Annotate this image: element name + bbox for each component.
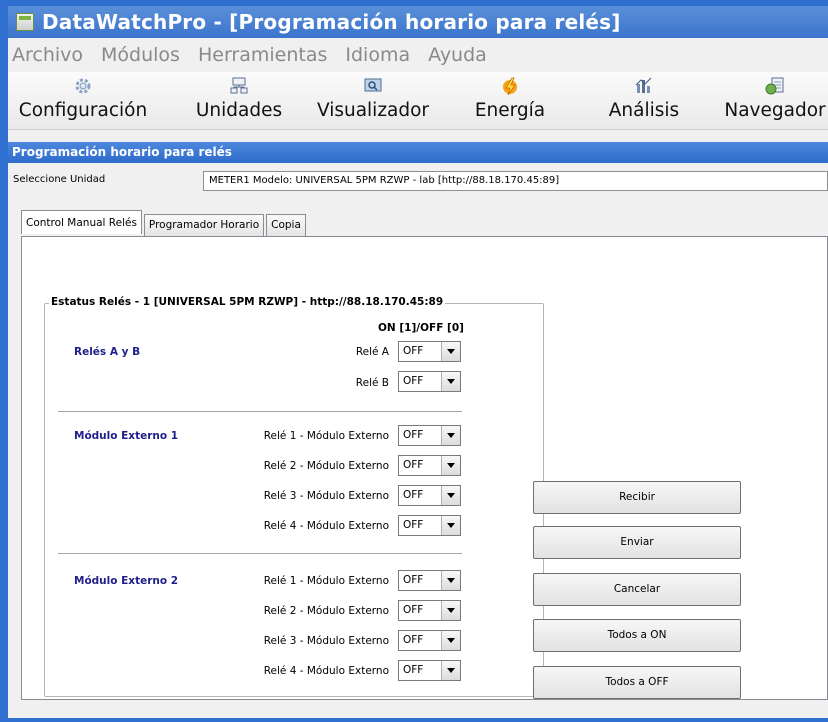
relay-label: Relé 2 - Módulo Externo	[263, 460, 389, 472]
relay-label: Relé 4 - Módulo Externo	[263, 665, 389, 677]
section-divider	[58, 411, 462, 412]
relay-state-value: OFF	[403, 574, 424, 586]
toolbar-label: Configuración	[18, 100, 148, 121]
relay-state-select[interactable]: OFF	[398, 660, 461, 681]
tab-page: Estatus Relés - 1 [UNIVERSAL 5PM RZWP] -…	[21, 236, 828, 700]
title-bar[interactable]: DataWatchPro - [Programación horario par…	[8, 6, 828, 38]
toolbar-label: Energía	[474, 100, 546, 121]
unit-selector-row: Seleccione Unidad METER1 Modelo: UNIVERS…	[8, 168, 828, 194]
relay-state-value: OFF	[403, 375, 424, 387]
chevron-down-icon[interactable]	[441, 372, 460, 391]
relay-state-select[interactable]: OFF	[398, 600, 461, 621]
lightning-icon	[460, 76, 560, 98]
cancelar-button[interactable]: Cancelar	[533, 573, 741, 606]
relay-label: Relé 3 - Módulo Externo	[263, 490, 389, 502]
relay-state-select[interactable]: OFF	[398, 455, 461, 476]
browser-icon	[722, 76, 828, 98]
relay-label: Relé 2 - Módulo Externo	[263, 605, 389, 617]
relay-state-value: OFF	[403, 634, 424, 646]
toolbar-visualizador[interactable]: Visualizador	[308, 76, 438, 124]
menu-idioma[interactable]: Idioma	[345, 44, 410, 66]
relay-state-value: OFF	[403, 345, 424, 357]
todos-a-off-button[interactable]: Todos a OFF	[533, 666, 741, 699]
relay-state-value: OFF	[403, 459, 424, 471]
menu-modulos[interactable]: Módulos	[101, 44, 180, 66]
relay-state-value: OFF	[403, 429, 424, 441]
relay-state-select[interactable]: OFF	[398, 371, 461, 392]
chevron-down-icon[interactable]	[441, 426, 460, 445]
toolbar-unidades[interactable]: Unidades	[184, 76, 294, 124]
chevron-down-icon[interactable]	[441, 516, 460, 535]
relay-label: Relé B	[355, 377, 389, 389]
relay-state-select[interactable]: OFF	[398, 515, 461, 536]
toolbar-label: Visualizador	[316, 100, 430, 121]
menu-bar: Archivo Módulos Herramientas Idioma Ayud…	[8, 38, 828, 72]
toolbar-navegador[interactable]: Navegador	[722, 76, 828, 124]
toolbar-configuracion[interactable]: Configuración	[6, 76, 160, 124]
tab-programador-horario[interactable]: Programador Horario	[143, 214, 265, 236]
menu-archivo[interactable]: Archivo	[12, 44, 83, 66]
tab-strip: Control Manual Relés Programador Horario…	[21, 210, 308, 236]
onoff-header: ON [1]/OFF [0]	[378, 322, 464, 334]
relay-state-select[interactable]: OFF	[398, 425, 461, 446]
section-divider	[58, 553, 462, 554]
relay-state-select[interactable]: OFF	[398, 485, 461, 506]
group-legend: Estatus Relés - 1 [UNIVERSAL 5PM RZWP] -…	[49, 296, 446, 308]
relay-label: Relé 1 - Módulo Externo	[263, 430, 389, 442]
network-icon	[184, 76, 294, 98]
relay-state-value: OFF	[403, 604, 424, 616]
section-modulo-externo-2: Módulo Externo 2	[74, 575, 179, 587]
chevron-down-icon[interactable]	[441, 342, 460, 361]
chevron-down-icon[interactable]	[441, 571, 460, 590]
chevron-down-icon[interactable]	[441, 486, 460, 505]
window-title: DataWatchPro - [Programación horario par…	[42, 10, 621, 34]
toolbar-label: Unidades	[195, 100, 283, 121]
client-area: Archivo Módulos Herramientas Idioma Ayud…	[8, 38, 828, 718]
relay-label: Relé 4 - Módulo Externo	[263, 520, 389, 532]
section-modulo-externo-1: Módulo Externo 1	[74, 430, 179, 442]
relay-state-value: OFF	[403, 489, 424, 501]
relay-state-value: OFF	[403, 664, 424, 676]
menu-ayuda[interactable]: Ayuda	[428, 44, 487, 66]
app-window: DataWatchPro - [Programación horario par…	[0, 0, 828, 722]
menu-herramientas[interactable]: Herramientas	[198, 44, 327, 66]
monitor-icon	[308, 76, 438, 98]
tab-control-manual[interactable]: Control Manual Relés	[21, 210, 142, 234]
chevron-down-icon[interactable]	[441, 631, 460, 650]
relay-status-group: Estatus Relés - 1 [UNIVERSAL 5PM RZWP] -…	[44, 296, 544, 697]
panel-header: Programación horario para relés	[8, 142, 828, 163]
toolbar-label: Navegador	[724, 100, 826, 121]
relay-state-select[interactable]: OFF	[398, 630, 461, 651]
analysis-icon	[602, 76, 686, 98]
relay-state-select[interactable]: OFF	[398, 570, 461, 591]
relay-label: Relé 1 - Módulo Externo	[263, 575, 389, 587]
toolbar-analisis[interactable]: Análisis	[602, 76, 686, 124]
toolbar-label: Análisis	[608, 100, 680, 121]
relay-state-select[interactable]: OFF	[398, 341, 461, 362]
tab-copia[interactable]: Copia	[266, 214, 306, 236]
recibir-button[interactable]: Recibir	[533, 481, 741, 514]
section-reles-a-b: Relés A y B	[74, 346, 141, 358]
chevron-down-icon[interactable]	[441, 601, 460, 620]
relay-state-value: OFF	[403, 519, 424, 531]
unit-select[interactable]: METER1 Modelo: UNIVERSAL 5PM RZWP - lab …	[203, 171, 828, 191]
enviar-button[interactable]: Enviar	[533, 526, 741, 559]
chevron-down-icon[interactable]	[441, 456, 460, 475]
relay-label: Relé A	[355, 346, 389, 358]
app-icon	[16, 13, 34, 31]
chevron-down-icon[interactable]	[441, 661, 460, 680]
unit-label: Seleccione Unidad	[13, 174, 106, 185]
toolbar-energia[interactable]: Energía	[460, 76, 560, 124]
relay-label: Relé 3 - Módulo Externo	[263, 635, 389, 647]
main-toolbar: Configuración Unidades Visualizador Ener…	[8, 72, 828, 130]
todos-a-on-button[interactable]: Todos a ON	[533, 619, 741, 652]
gear-icon	[6, 76, 160, 98]
